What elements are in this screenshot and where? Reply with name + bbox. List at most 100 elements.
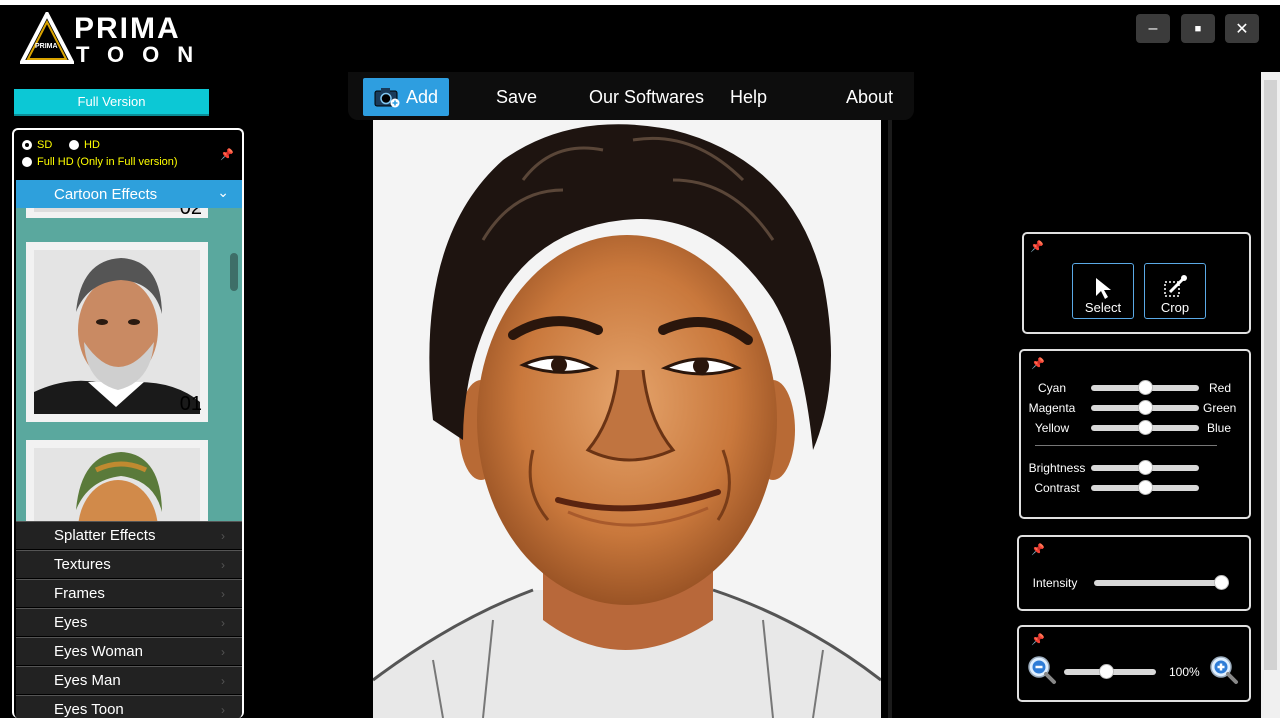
cartoon-portrait-image bbox=[373, 120, 881, 718]
yellow-blue-knob[interactable] bbox=[1137, 420, 1153, 435]
resolution-fullhd-label: Full HD (Only in Full version) bbox=[37, 156, 178, 168]
magenta-label: Magenta bbox=[1028, 401, 1076, 415]
app-logo: PRIMA PRIMA TOON bbox=[20, 12, 210, 68]
brightness-slider-row: Brightness bbox=[1021, 459, 1251, 477]
blue-label: Blue bbox=[1207, 421, 1232, 435]
chevron-down-icon: ⌄ bbox=[217, 184, 229, 200]
green-label: Green bbox=[1203, 401, 1237, 415]
resolution-sd[interactable]: SD bbox=[22, 139, 52, 151]
camera-add-icon bbox=[374, 88, 400, 108]
radio-sd-icon[interactable] bbox=[22, 140, 32, 150]
radio-hd-icon[interactable] bbox=[69, 140, 79, 150]
brightness-knob[interactable] bbox=[1137, 460, 1153, 475]
effects-panel: SD HD Full HD (Only in Full version) 📌 C… bbox=[12, 128, 244, 718]
pin-icon[interactable]: 📌 bbox=[1031, 357, 1045, 370]
cyan-red-slider-row: Cyan Red bbox=[1021, 379, 1251, 397]
red-label: Red bbox=[1209, 381, 1232, 395]
chevron-right-icon: › bbox=[221, 528, 225, 543]
select-tool-button[interactable]: Select bbox=[1072, 263, 1134, 319]
image-canvas[interactable] bbox=[373, 120, 881, 718]
zoom-in-icon[interactable] bbox=[1209, 655, 1239, 685]
intensity-slider[interactable] bbox=[1094, 575, 1229, 590]
pin-icon[interactable]: 📌 bbox=[1030, 240, 1044, 253]
category-item[interactable]: Splatter Effects › bbox=[16, 521, 242, 549]
maximize-button[interactable]: ■ bbox=[1181, 14, 1215, 43]
cyan-red-slider[interactable] bbox=[1091, 380, 1199, 395]
minimize-button[interactable]: – bbox=[1136, 14, 1170, 43]
category-item[interactable]: Frames › bbox=[16, 579, 242, 607]
yellow-label: Yellow bbox=[1034, 421, 1070, 435]
full-version-button[interactable]: Full Version bbox=[14, 89, 209, 116]
scrollbar-thumb[interactable] bbox=[1264, 80, 1277, 670]
main-menu: Add Save Our Softwares Help About bbox=[348, 72, 914, 120]
intensity-panel: 📌 Intensity bbox=[1017, 535, 1251, 611]
resolution-hd[interactable]: HD bbox=[69, 139, 100, 151]
brightness-label: Brightness bbox=[1028, 461, 1086, 475]
chevron-right-icon: › bbox=[221, 557, 225, 572]
close-button[interactable]: ✕ bbox=[1225, 14, 1259, 43]
chevron-right-icon: › bbox=[221, 644, 225, 659]
our-softwares-button[interactable]: Our Softwares bbox=[589, 78, 704, 116]
category-item[interactable]: Eyes Man › bbox=[16, 666, 242, 694]
yellow-blue-slider[interactable] bbox=[1091, 420, 1199, 435]
category-item-label: Splatter Effects bbox=[54, 527, 156, 544]
contrast-slider-row: Contrast bbox=[1021, 479, 1251, 497]
pin-icon[interactable]: 📌 bbox=[1031, 543, 1045, 556]
effects-sidebar: Full Version SD HD Full HD (Only in Full… bbox=[0, 72, 250, 718]
save-button[interactable]: Save bbox=[496, 78, 537, 116]
thumbnail-number: 02 bbox=[179, 208, 202, 219]
effect-thumbnail[interactable]: 02 bbox=[26, 208, 208, 219]
category-item-label: Eyes Toon bbox=[54, 701, 124, 718]
effect-thumbnail[interactable] bbox=[26, 440, 208, 521]
pin-icon[interactable]: 📌 bbox=[220, 148, 234, 161]
canvas-divider bbox=[888, 120, 892, 718]
magenta-green-slider-row: Magenta Green bbox=[1021, 399, 1251, 417]
zoom-slider[interactable] bbox=[1064, 664, 1156, 679]
zoom-panel: 📌 100% bbox=[1017, 625, 1251, 702]
crop-tool-button[interactable]: Crop bbox=[1144, 263, 1206, 319]
category-item-label: Textures bbox=[54, 556, 111, 573]
logo-prima-text: PRIMA bbox=[74, 12, 181, 45]
about-button[interactable]: About bbox=[846, 78, 893, 116]
category-item[interactable]: Eyes Toon › bbox=[16, 695, 242, 718]
cyan-red-knob[interactable] bbox=[1137, 380, 1153, 395]
effect-preview-image bbox=[34, 448, 200, 521]
minimize-icon: – bbox=[1148, 19, 1158, 37]
category-item-label: Eyes Woman bbox=[54, 643, 143, 660]
intensity-knob[interactable] bbox=[1214, 575, 1229, 590]
zoom-level: 100% bbox=[1169, 665, 1200, 679]
cursor-arrow-icon bbox=[1096, 278, 1111, 299]
divider bbox=[1035, 445, 1217, 446]
zoom-out-icon[interactable] bbox=[1027, 655, 1057, 685]
category-item[interactable]: Eyes › bbox=[16, 608, 242, 636]
radio-fullhd-icon[interactable] bbox=[22, 157, 32, 167]
thumbnail-scrollbar[interactable] bbox=[230, 253, 238, 291]
effect-thumbnail[interactable]: 01 bbox=[26, 242, 208, 422]
chevron-right-icon: › bbox=[221, 673, 225, 688]
close-icon: ✕ bbox=[1235, 20, 1249, 38]
pin-icon[interactable]: 📌 bbox=[1031, 633, 1045, 646]
category-item-label: Eyes bbox=[54, 614, 88, 631]
category-item[interactable]: Eyes Woman › bbox=[16, 637, 242, 665]
category-item-label: Frames bbox=[54, 585, 105, 602]
add-button[interactable]: Add bbox=[363, 78, 449, 116]
vertical-scrollbar[interactable] bbox=[1261, 72, 1280, 718]
magenta-green-slider[interactable] bbox=[1091, 400, 1199, 415]
help-button[interactable]: Help bbox=[730, 78, 767, 116]
category-item[interactable]: Textures › bbox=[16, 550, 242, 578]
effects-thumbnail-list[interactable]: 02 01 bbox=[16, 208, 242, 521]
resolution-fullhd[interactable]: Full HD (Only in Full version) bbox=[22, 156, 178, 168]
contrast-slider[interactable] bbox=[1091, 480, 1199, 495]
maximize-icon: ■ bbox=[1194, 22, 1202, 35]
add-label: Add bbox=[405, 86, 439, 107]
chevron-right-icon: › bbox=[221, 702, 225, 717]
intensity-slider-row: Intensity bbox=[1019, 574, 1249, 592]
magenta-green-knob[interactable] bbox=[1137, 400, 1153, 415]
category-cartoon-effects[interactable]: Cartoon Effects ⌄ bbox=[16, 180, 242, 208]
resolution-sd-label: SD bbox=[37, 139, 53, 151]
zoom-knob[interactable] bbox=[1098, 664, 1114, 679]
contrast-knob[interactable] bbox=[1137, 480, 1153, 495]
intensity-label: Intensity bbox=[1032, 576, 1078, 590]
brightness-slider[interactable] bbox=[1091, 460, 1199, 475]
chevron-right-icon: › bbox=[221, 615, 225, 630]
